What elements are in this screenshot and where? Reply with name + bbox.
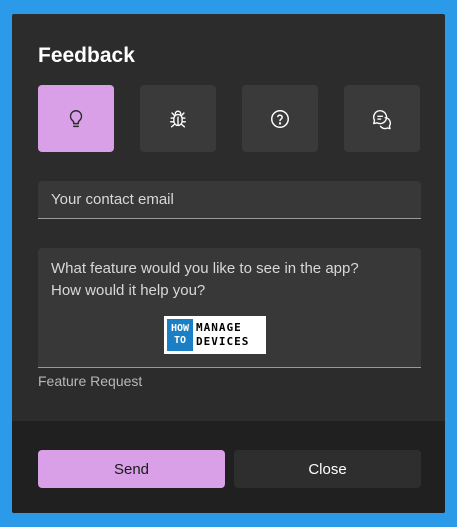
logo-text-how: HOW	[170, 323, 190, 334]
send-button[interactable]: Send	[38, 450, 225, 488]
logo-manage-devices-block: MANAGE DEVICES	[196, 321, 249, 349]
logo-how-to-block: HOW TO	[167, 319, 193, 351]
logo-text-to: TO	[173, 335, 187, 346]
bug-report-button[interactable]	[140, 85, 216, 152]
feature-request-button[interactable]	[38, 85, 114, 152]
question-button[interactable]	[242, 85, 318, 152]
question-icon	[271, 109, 289, 128]
feedback-category-label: Feature Request	[38, 373, 143, 389]
close-button[interactable]: Close	[234, 450, 421, 488]
how-to-manage-devices-logo: HOW TO MANAGE DEVICES	[164, 316, 266, 354]
feedback-dialog: Feedback HOW TO	[12, 14, 445, 513]
chat-bubbles-icon	[373, 109, 391, 129]
logo-text-devices: DEVICES	[196, 335, 250, 348]
general-feedback-button[interactable]	[344, 85, 420, 152]
contact-email-input[interactable]	[38, 181, 421, 219]
dialog-title: Feedback	[38, 44, 135, 67]
logo-text-manage: MANAGE	[196, 321, 242, 334]
lightbulb-icon	[69, 109, 83, 127]
bug-icon	[169, 110, 187, 127]
dialog-footer: Send Close	[12, 421, 445, 513]
